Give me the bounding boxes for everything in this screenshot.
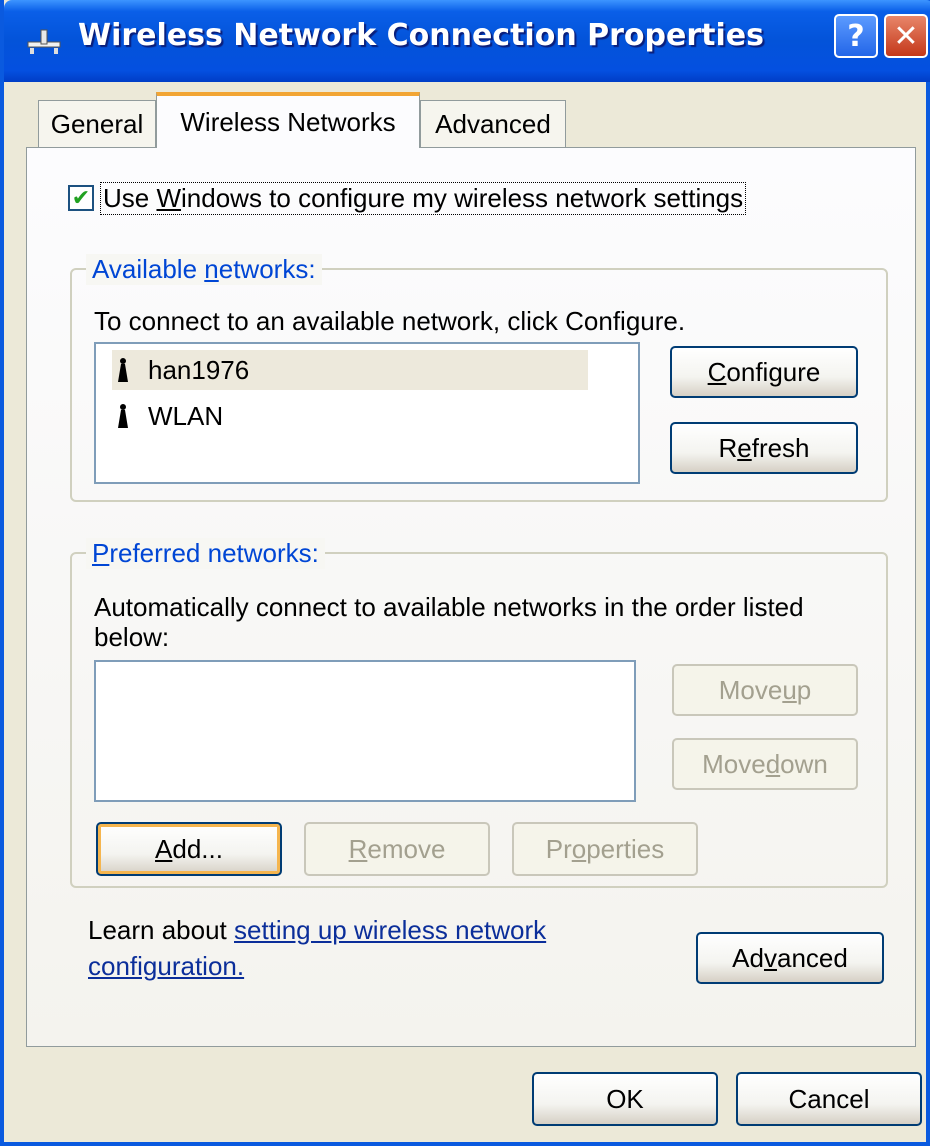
move-down-button[interactable]: Move d own [672, 738, 858, 790]
window-title: Wireless Network Connection Properties [78, 18, 764, 53]
antenna-icon [112, 356, 134, 384]
remove-button[interactable]: Remove [304, 822, 490, 876]
preferred-networks-legend: Preferred networks: [86, 538, 325, 569]
tab-wireless-networks[interactable]: Wireless Networks [156, 92, 420, 148]
help-icon: ? [847, 18, 865, 54]
use-windows-checkbox-label[interactable]: Use Windows to configure my wireless net… [100, 181, 747, 215]
network-name: WLAN [148, 400, 224, 431]
advanced-button[interactable]: Ad v anced [696, 932, 884, 984]
network-name: han1976 [148, 354, 250, 385]
use-windows-checkbox-row[interactable]: ✔ Use Windows to configure my wireless n… [68, 178, 747, 218]
list-item[interactable]: han1976 [112, 350, 588, 390]
cancel-button[interactable]: Cancel [736, 1072, 922, 1126]
close-button[interactable]: ✕ [884, 14, 928, 58]
use-windows-checkbox[interactable]: ✔ [68, 185, 94, 211]
title-bar[interactable]: Wireless Network Connection Properties ?… [4, 0, 930, 82]
preferred-networks-list[interactable] [94, 660, 636, 802]
learn-about-text: Learn about setting up wireless network … [88, 915, 547, 981]
dialog-window: Wireless Network Connection Properties ?… [0, 0, 930, 1146]
wireless-config-link[interactable]: setting up wireless network [234, 915, 546, 945]
network-connection-icon [27, 29, 61, 54]
available-networks-legend: Available networks: [86, 254, 322, 285]
move-up-button[interactable]: Move up [672, 664, 858, 716]
help-button[interactable]: ? [834, 14, 878, 58]
configure-button[interactable]: Configure [670, 346, 858, 398]
wireless-config-link-line2[interactable]: configuration. [88, 951, 244, 981]
list-item[interactable]: WLAN [112, 396, 223, 436]
available-networks-list[interactable]: han1976 WLAN [94, 342, 640, 484]
preferred-networks-instruction-line1: Automatically connect to available netwo… [94, 592, 804, 622]
preferred-networks-instruction-line2: below: [94, 622, 170, 652]
antenna-icon [112, 402, 134, 430]
ok-button[interactable]: OK [532, 1072, 718, 1126]
available-networks-instruction: To connect to an available network, clic… [94, 306, 686, 336]
refresh-button[interactable]: Re fresh [670, 422, 858, 474]
properties-button[interactable]: Pr o perties [512, 822, 698, 876]
add-button[interactable]: Add... [96, 822, 282, 876]
tab-general[interactable]: General [38, 100, 156, 148]
close-icon: ✕ [893, 18, 919, 54]
tab-advanced[interactable]: Advanced [420, 100, 566, 148]
